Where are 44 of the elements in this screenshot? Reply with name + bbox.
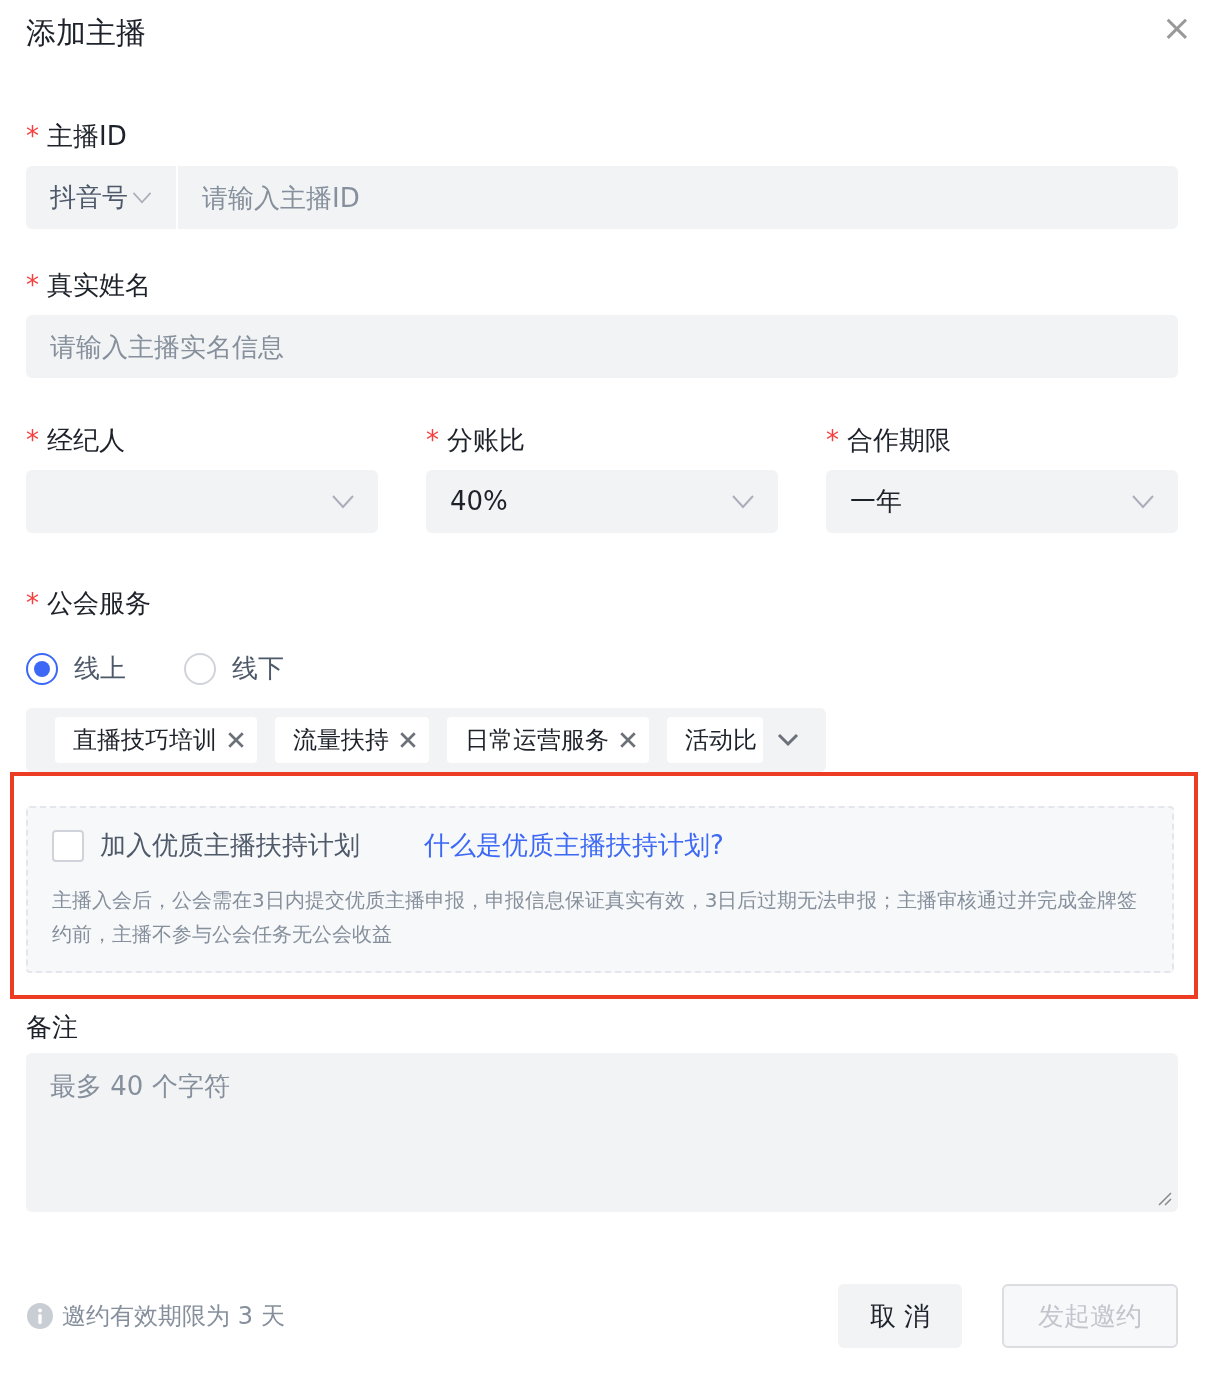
tag: 日常运营服务: [447, 717, 649, 763]
chevron-down-icon: [132, 191, 152, 204]
required-mark: *: [426, 424, 439, 457]
chevron-down-icon: [332, 494, 354, 509]
field-label: 真实姓名: [47, 269, 151, 302]
anchor-id-field[interactable]: 请输入主播ID: [178, 166, 1178, 229]
tag: 活动比: [667, 717, 763, 763]
select-field[interactable]: 一年: [826, 470, 1178, 533]
required-mark: *: [26, 587, 39, 620]
field-label: 分账比: [447, 424, 525, 457]
field-label: 合作期限: [847, 424, 951, 457]
radio-option[interactable]: 线上: [26, 649, 126, 688]
close-icon[interactable]: [619, 731, 637, 749]
select-field[interactable]: 40%: [426, 470, 778, 533]
help-link[interactable]: 什么是优质主播扶持计划?: [424, 826, 724, 865]
tag-select[interactable]: 直播技巧培训 流量扶持 日常运营服务 活动比: [26, 708, 826, 772]
close-icon[interactable]: [227, 731, 245, 749]
name-field[interactable]: 请输入主播实名信息: [26, 315, 1178, 378]
radio-option[interactable]: 线下: [184, 649, 284, 688]
field-label: 公会服务: [47, 587, 151, 620]
checkbox[interactable]: [52, 829, 84, 862]
resize-handle-icon[interactable]: [1156, 1190, 1172, 1206]
chevron-down-icon: [1132, 494, 1154, 509]
required-mark: *: [26, 424, 39, 457]
field-label: 主播ID: [47, 120, 127, 153]
field-label: 备注: [26, 1011, 78, 1044]
hint-text: 邀约有效期限为 3 天: [62, 1301, 286, 1332]
chevron-down-icon: [777, 733, 799, 747]
cancel-button[interactable]: 取 消: [838, 1284, 962, 1348]
checkbox-label: 加入优质主播扶持计划: [100, 829, 360, 862]
field-label: 经纪人: [47, 424, 125, 457]
close-icon[interactable]: [399, 731, 417, 749]
required-mark: *: [26, 120, 39, 153]
remark-field[interactable]: 最多 40 个字符: [26, 1053, 1178, 1212]
info-icon: [26, 1302, 54, 1330]
prefix-select[interactable]: 抖音号: [26, 166, 178, 229]
tag: 流量扶持: [275, 717, 429, 763]
chevron-down-icon: [732, 494, 754, 509]
required-mark: *: [826, 424, 839, 457]
required-mark: *: [26, 269, 39, 302]
select-field[interactable]: [26, 470, 378, 533]
dialog-title: 添加主播: [26, 14, 146, 52]
tag: 直播技巧培训: [55, 717, 257, 763]
plan-note: 主播入会后，公会需在3日内提交优质主播申报，申报信息保证真实有效，3日后过期无法申报；主播审核通过并完成金牌签约前，主播不参与公会任务无公会收益: [52, 887, 1139, 948]
